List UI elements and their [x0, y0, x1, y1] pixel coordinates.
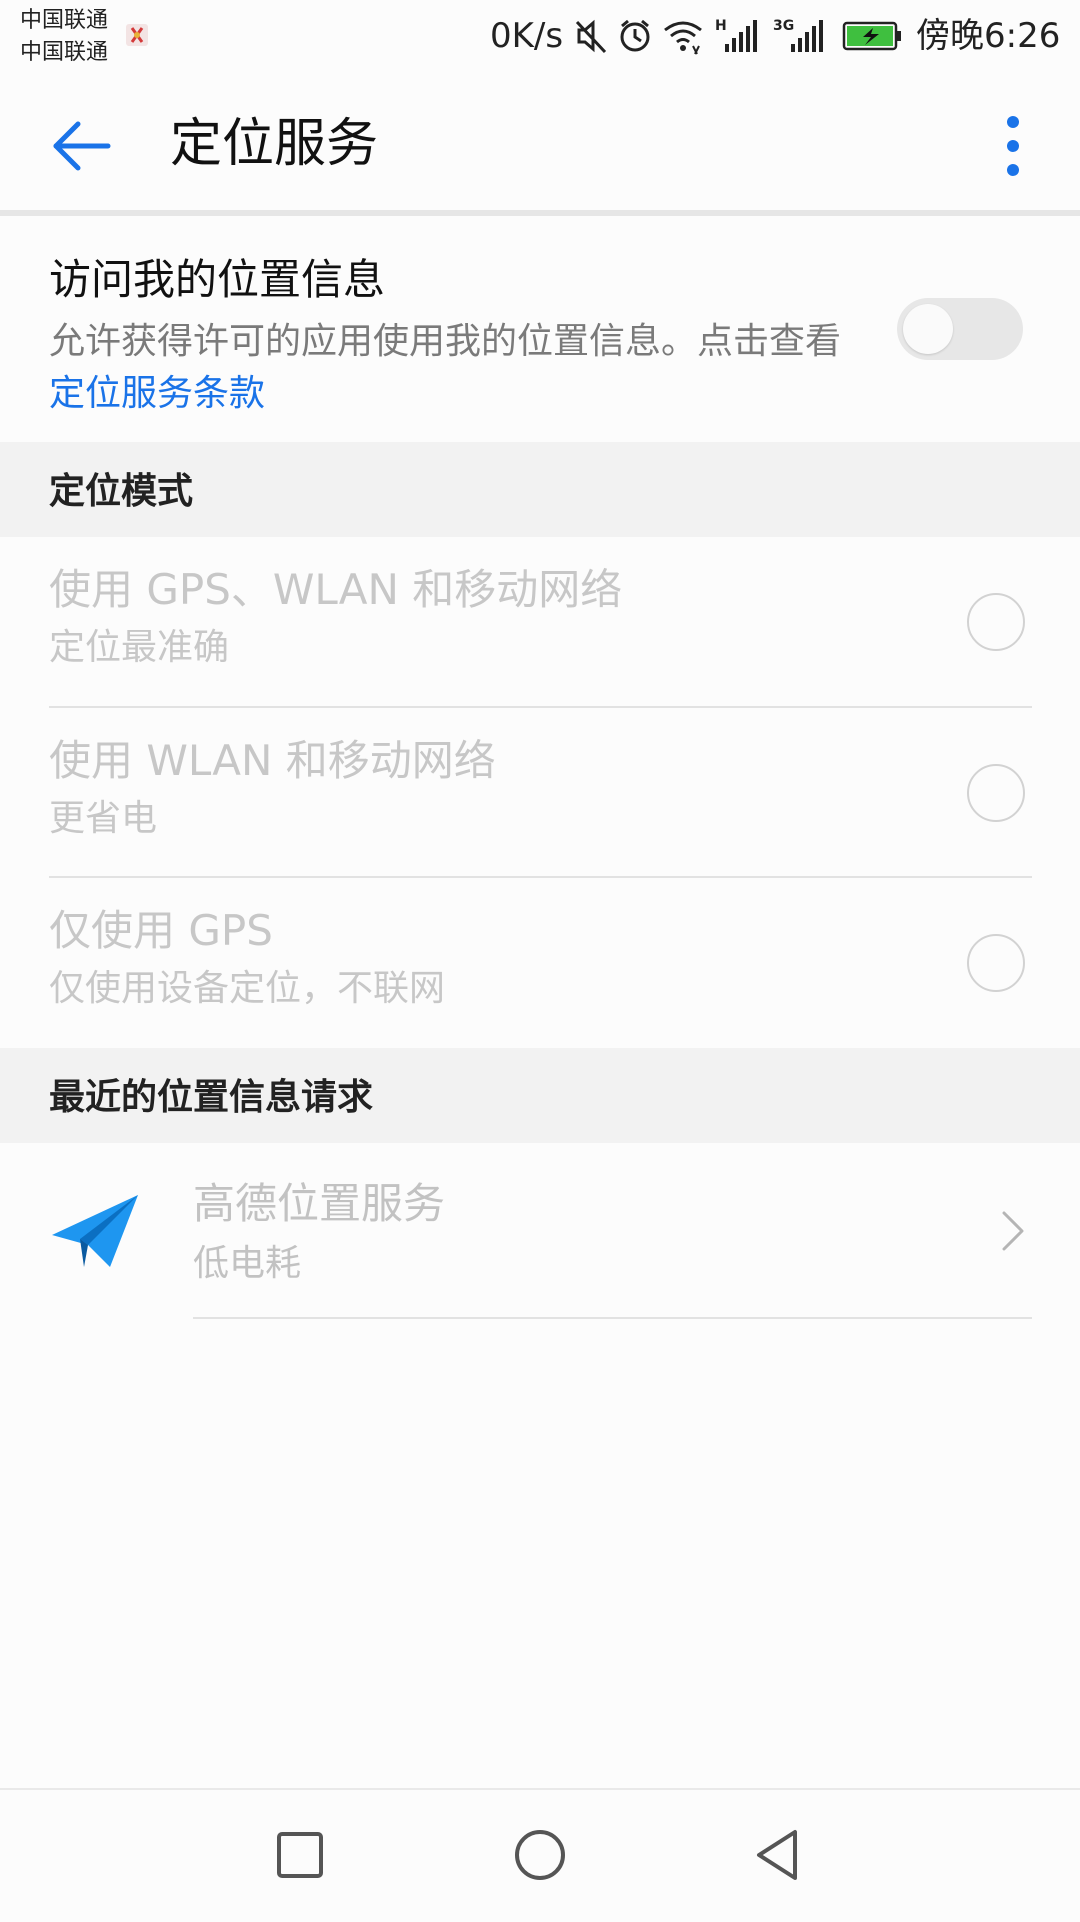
more-vertical-icon [1007, 116, 1019, 176]
option-subtitle: 定位最准确 [49, 627, 230, 668]
back-icon[interactable] [745, 1820, 815, 1890]
location-mode-header-label: 定位模式 [49, 471, 194, 512]
option-title: 仅使用 GPS [49, 906, 273, 955]
list-divider [193, 1317, 1032, 1319]
location-access-description-text: 允许获得许可的应用使用我的位置信息。点击查看 [49, 321, 842, 362]
app-bar: 定位服务 [0, 76, 1080, 210]
option-subtitle: 仅使用设备定位，不联网 [49, 968, 446, 1009]
chevron-right-icon [1002, 1211, 1024, 1251]
carrier-2: 中国联通 [20, 40, 109, 65]
carrier-badge-icon [126, 24, 148, 46]
location-mode-option-battery-saving[interactable]: 使用 WLAN 和移动网络 更省电 [0, 708, 1080, 878]
recent-request-item[interactable]: 高德位置服务 低电耗 [0, 1143, 1080, 1318]
location-access-description: 允许获得许可的应用使用我的位置信息。点击查看定位服务条款 [49, 316, 849, 420]
recent-apps-icon[interactable] [265, 1820, 335, 1890]
option-title: 使用 WLAN 和移动网络 [49, 736, 496, 785]
network-speed: 0K/s [490, 16, 564, 56]
recent-request-usage: 低电耗 [193, 1243, 302, 1284]
location-mode-option-device-only[interactable]: 仅使用 GPS 仅使用设备定位，不联网 [0, 878, 1080, 1048]
option-title: 使用 GPS、WLAN 和移动网络 [49, 565, 623, 614]
page-title: 定位服务 [170, 114, 379, 174]
location-mode-header: 定位模式 [0, 442, 1080, 537]
recent-requests-header-label: 最近的位置信息请求 [49, 1077, 374, 1118]
arrow-left-icon [53, 121, 111, 171]
navigation-bar [0, 1788, 1080, 1922]
signal-1-label: H [715, 18, 727, 34]
more-options-button[interactable] [985, 106, 1041, 186]
paper-plane-icon [52, 1195, 138, 1267]
location-access-title: 访问我的位置信息 [49, 255, 386, 304]
signal-icon: 3G [773, 18, 823, 52]
mute-icon [575, 19, 607, 54]
location-mode-option-high-accuracy[interactable]: 使用 GPS、WLAN 和移动网络 定位最准确 [0, 537, 1080, 707]
back-button[interactable] [40, 106, 120, 186]
home-icon[interactable] [505, 1820, 575, 1890]
battery-charging-icon [842, 21, 901, 51]
option-subtitle: 更省电 [49, 798, 158, 839]
carrier-1: 中国联通 [20, 8, 109, 33]
radio-button[interactable] [967, 934, 1025, 992]
location-access-toggle[interactable] [897, 298, 1023, 360]
recent-requests-header: 最近的位置信息请求 [0, 1048, 1080, 1143]
location-access-row: 访问我的位置信息 允许获得许可的应用使用我的位置信息。点击查看定位服务条款 [0, 216, 1080, 442]
radio-button[interactable] [967, 593, 1025, 651]
wifi-icon [664, 21, 702, 55]
alarm-icon [620, 19, 650, 52]
toggle-knob [903, 304, 953, 354]
clock: 傍晚6:26 [916, 16, 1061, 56]
status-icons: H 3G [575, 18, 901, 55]
recent-request-app-name: 高德位置服务 [193, 1179, 446, 1228]
location-terms-link[interactable]: 定位服务条款 [49, 373, 265, 414]
signal-icon: H [715, 18, 757, 52]
signal-2-label: 3G [773, 18, 794, 34]
radio-button[interactable] [967, 764, 1025, 822]
status-bar: 中国联通 中国联通 0K/s H 3G 傍晚6:26 [0, 0, 1080, 76]
